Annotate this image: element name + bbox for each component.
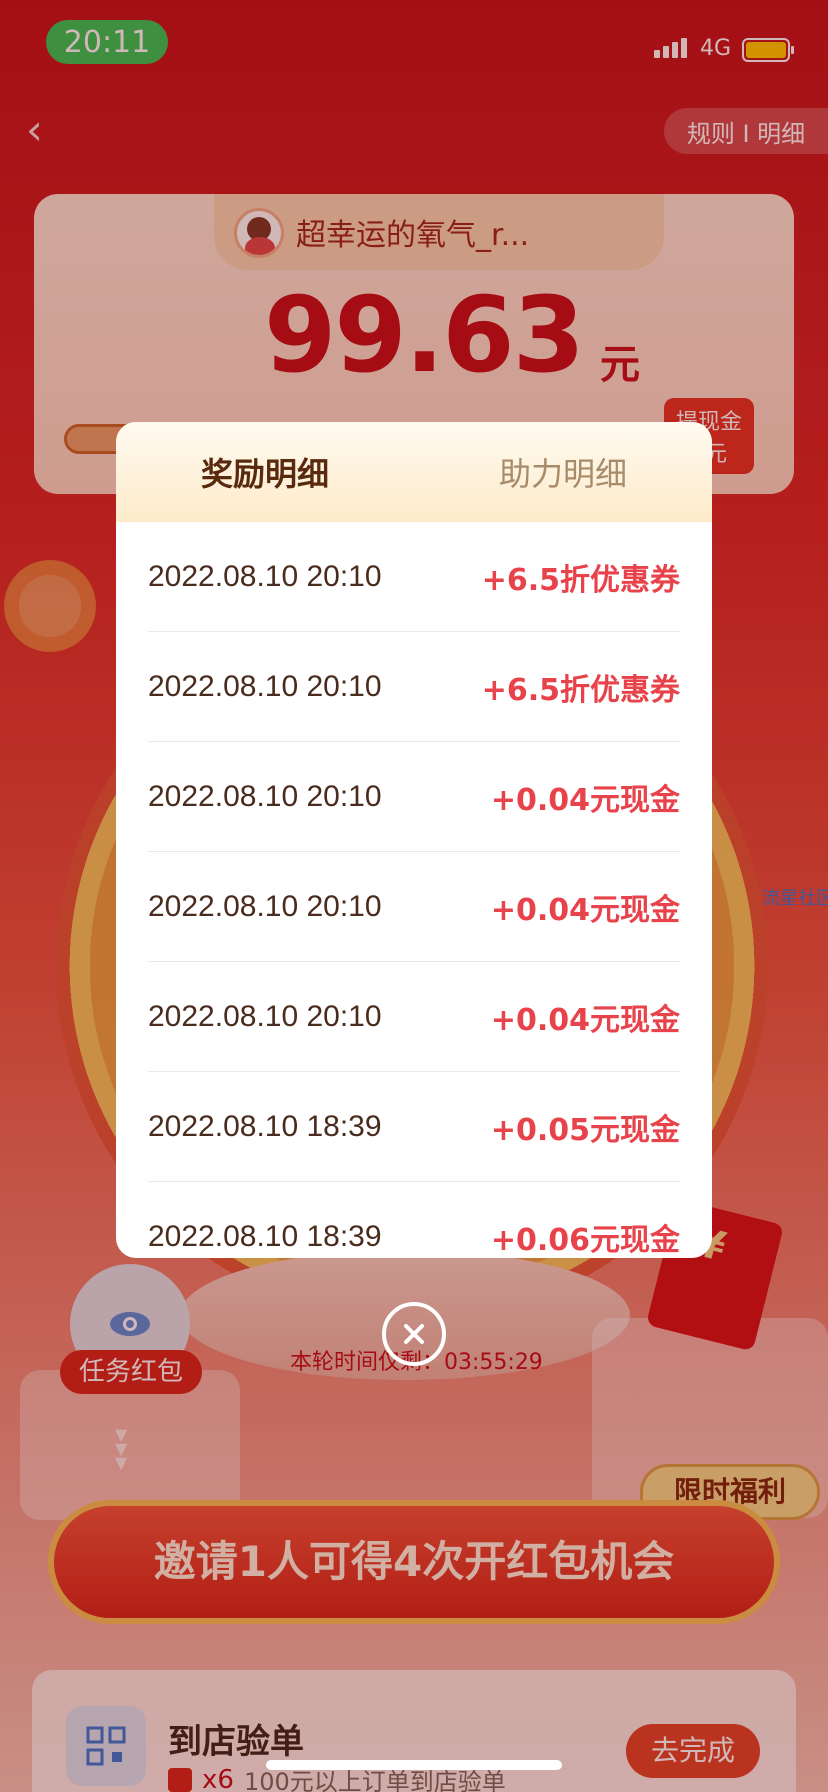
close-modal-button[interactable] xyxy=(382,1302,446,1366)
record-reward: +0.06元现金 xyxy=(490,1222,680,1258)
modal-tabs: 奖励明细 助力明细 xyxy=(116,422,712,522)
list-item: 2022.08.10 20:10 +0.04元现金 xyxy=(148,742,680,852)
list-item: 2022.08.10 20:10 +0.04元现金 xyxy=(148,852,680,962)
list-item: 2022.08.10 18:39 +0.05元现金 xyxy=(148,1072,680,1182)
record-reward: +0.04元现金 xyxy=(490,892,680,928)
record-time: 2022.08.10 18:39 xyxy=(148,1219,382,1253)
list-item: 2022.08.10 20:10 +0.04元现金 xyxy=(148,962,680,1072)
record-time: 2022.08.10 20:10 xyxy=(148,559,382,593)
record-reward: +6.5折优惠券 xyxy=(481,562,680,598)
record-reward: +6.5折优惠券 xyxy=(481,672,680,708)
tab-assist-details[interactable]: 助力明细 xyxy=(414,422,712,522)
record-list[interactable]: 2022.08.10 20:10 +6.5折优惠券 2022.08.10 20:… xyxy=(116,522,712,1258)
home-indicator xyxy=(266,1760,562,1770)
record-time: 2022.08.10 20:10 xyxy=(148,999,382,1033)
record-time: 2022.08.10 20:10 xyxy=(148,889,382,923)
tab-reward-details[interactable]: 奖励明细 xyxy=(116,422,414,522)
close-icon xyxy=(404,1324,424,1344)
reward-details-modal: 奖励明细 助力明细 2022.08.10 20:10 +6.5折优惠券 2022… xyxy=(116,422,712,1258)
list-item: 2022.08.10 18:39 +0.06元现金 xyxy=(148,1182,680,1258)
record-reward: +0.05元现金 xyxy=(490,1112,680,1148)
record-time: 2022.08.10 18:39 xyxy=(148,1109,382,1143)
list-item: 2022.08.10 20:10 +6.5折优惠券 xyxy=(148,632,680,742)
record-reward: +0.04元现金 xyxy=(490,1002,680,1038)
list-item: 2022.08.10 20:10 +6.5折优惠券 xyxy=(148,522,680,632)
record-time: 2022.08.10 20:10 xyxy=(148,669,382,703)
record-time: 2022.08.10 20:10 xyxy=(148,779,382,813)
record-reward: +0.04元现金 xyxy=(490,782,680,818)
